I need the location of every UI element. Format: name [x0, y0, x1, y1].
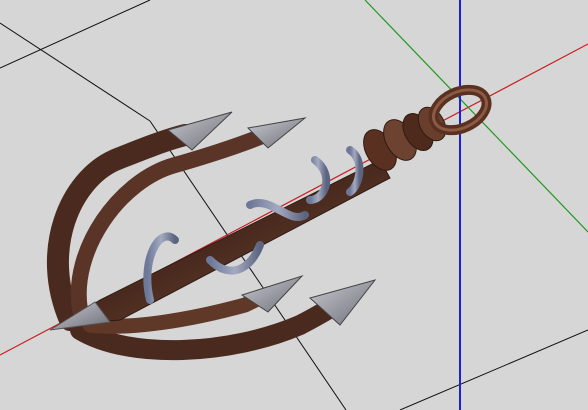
grid-line: [0, 0, 151, 69]
3d-viewport[interactable]: [0, 0, 588, 410]
scene-canvas[interactable]: [0, 0, 588, 410]
grid-line: [0, 22, 151, 122]
grid-line: [399, 329, 588, 410]
grappling-hook-model[interactable]: [46, 82, 493, 361]
